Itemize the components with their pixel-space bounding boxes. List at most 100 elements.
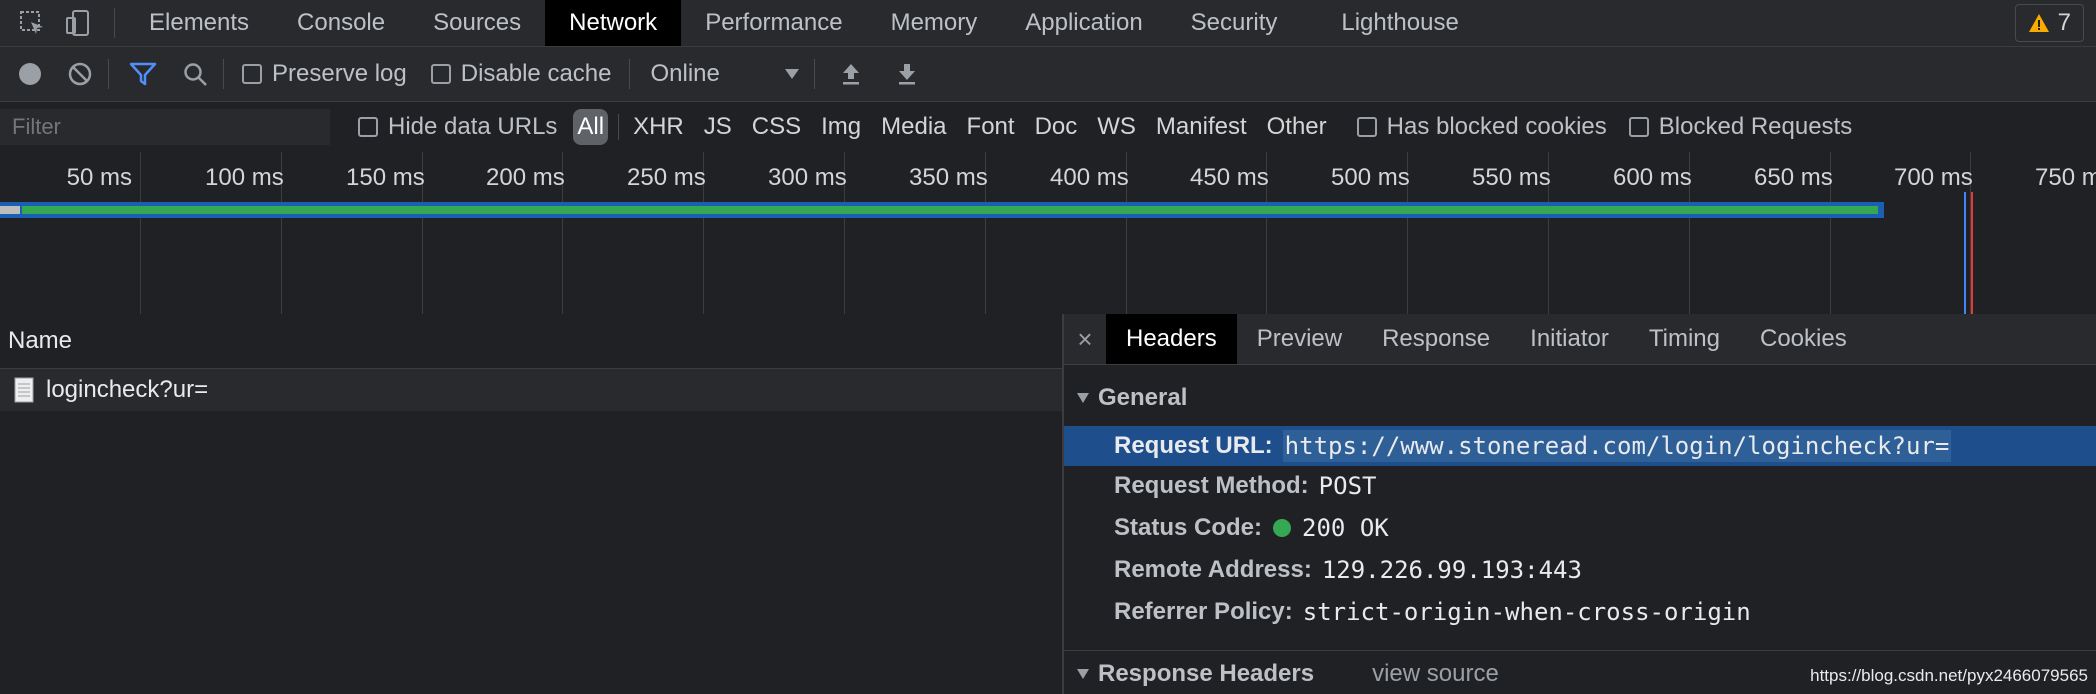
preserve-log-label: Preserve log: [272, 60, 407, 87]
timing-waiting-segment: [22, 206, 1878, 214]
table-row[interactable]: logincheck?ur=: [0, 369, 1062, 411]
tab-response[interactable]: Response: [1362, 314, 1510, 364]
filter-type-all[interactable]: All: [573, 109, 609, 145]
filter-type-img[interactable]: Img: [811, 113, 871, 141]
warning-icon: [2028, 14, 2049, 32]
header-value[interactable]: https://www.stoneread.com/login/loginche…: [1282, 430, 1952, 462]
view-source-link[interactable]: view source: [1372, 660, 1499, 688]
timeline-gridline: [140, 152, 141, 314]
filter-type-manifest[interactable]: Manifest: [1146, 113, 1257, 141]
header-value[interactable]: strict-origin-when-cross-origin: [1303, 598, 1751, 626]
checkbox-box[interactable]: [242, 64, 262, 84]
hide-data-urls-label: Hide data URLs: [388, 113, 558, 140]
has-blocked-cookies-label: Has blocked cookies: [1386, 113, 1607, 140]
general-section-title: General: [1098, 384, 1188, 411]
dom-content-loaded-line: [1964, 192, 1966, 314]
clear-icon[interactable]: [62, 56, 98, 92]
triangle-down-icon: [1077, 669, 1089, 679]
header-key: Referrer Policy:: [1114, 598, 1293, 625]
tab-console[interactable]: Console: [273, 0, 409, 46]
tab-security[interactable]: Security: [1167, 0, 1302, 46]
checkbox-box[interactable]: [1628, 117, 1649, 137]
filter-type-media[interactable]: Media: [871, 113, 956, 141]
filter-type-doc[interactable]: Doc: [1025, 113, 1088, 141]
preserve-log-checkbox[interactable]: Preserve log: [242, 60, 407, 88]
watermark: https://blog.csdn.net/pyx2466079565: [1810, 666, 2088, 685]
throttling-select[interactable]: Online: [650, 60, 800, 88]
timeline-tick-label: 750 ms: [2035, 164, 2096, 191]
triangle-down-icon: [1077, 393, 1089, 403]
filter-icon[interactable]: [125, 56, 161, 92]
tab-application[interactable]: Application: [1001, 0, 1166, 46]
record-icon[interactable]: [12, 56, 48, 92]
timeline-tick-label: 300 ms: [768, 164, 847, 191]
dropdown-arrow-icon: [785, 69, 800, 79]
header-value[interactable]: 129.226.99.193:443: [1322, 556, 1582, 584]
response-headers-section-header[interactable]: Response Headers view source: [1076, 660, 1499, 688]
tab-lighthouse[interactable]: Lighthouse: [1317, 0, 1482, 46]
timeline-tick-label: 650 ms: [1754, 164, 1833, 191]
details-tab-bar: × Headers Preview Response Initiator Tim…: [1064, 314, 2096, 365]
filter-type-ws[interactable]: WS: [1087, 113, 1146, 141]
search-icon[interactable]: [177, 56, 213, 92]
tab-cookies[interactable]: Cookies: [1740, 314, 1867, 364]
tab-sources[interactable]: Sources: [409, 0, 545, 46]
status-ok-icon: [1273, 519, 1292, 537]
inspect-element-icon[interactable]: [14, 5, 50, 41]
timeline-overview[interactable]: 50 ms 100 ms 150 ms 200 ms 250 ms 300 ms 350 m…: [0, 152, 2096, 315]
checkbox-box[interactable]: [430, 64, 451, 84]
timeline-tick-label: 400 ms: [1050, 164, 1129, 191]
timeline-tick-label: 700 ms: [1894, 164, 1973, 191]
filter-type-other[interactable]: Other: [1257, 113, 1337, 141]
filter-input[interactable]: [0, 109, 330, 145]
tab-initiator[interactable]: Initiator: [1510, 314, 1629, 364]
divider: [629, 59, 631, 89]
device-toolbar-icon[interactable]: [60, 5, 96, 41]
requests-table: Name logincheck?ur=: [0, 314, 1062, 694]
tab-network[interactable]: Network: [545, 0, 682, 46]
warning-count: 7: [2057, 9, 2071, 36]
export-har-icon[interactable]: [889, 56, 925, 92]
tab-elements[interactable]: Elements: [125, 0, 273, 46]
timeline-tick-label: 500 ms: [1331, 164, 1410, 191]
hide-data-urls-checkbox[interactable]: Hide data URLs: [358, 113, 557, 141]
divider: [223, 59, 224, 89]
filter-type-xhr[interactable]: XHR: [623, 113, 694, 141]
blocked-requests-checkbox[interactable]: Blocked Requests: [1628, 113, 1853, 141]
timeline-tick-label: 550 ms: [1472, 164, 1551, 191]
remote-address-row: Remote Address: 129.226.99.193:443: [1114, 556, 1582, 584]
request-method-row: Request Method: POST: [1114, 472, 1376, 500]
throttling-value: Online: [650, 60, 720, 87]
tab-timing[interactable]: Timing: [1629, 314, 1740, 364]
timeline-tick-label: 250 ms: [627, 164, 706, 191]
tab-preview[interactable]: Preview: [1237, 314, 1362, 364]
checkbox-box[interactable]: [358, 117, 378, 137]
timeline-tick-label: 200 ms: [486, 164, 565, 191]
header-value[interactable]: 200 OK: [1302, 514, 1389, 542]
filter-type-css[interactable]: CSS: [742, 113, 811, 141]
blocked-requests-label: Blocked Requests: [1658, 113, 1853, 140]
tab-performance[interactable]: Performance: [681, 0, 866, 46]
general-section-header[interactable]: General: [1076, 384, 1187, 412]
has-blocked-cookies-checkbox[interactable]: Has blocked cookies: [1356, 113, 1607, 141]
filter-bar: Hide data URLs All XHR JS CSS Img Media …: [0, 102, 2096, 153]
load-event-line: [1971, 192, 1973, 314]
tab-memory[interactable]: Memory: [867, 0, 1002, 46]
tab-headers[interactable]: Headers: [1106, 314, 1237, 364]
checkbox-box[interactable]: [1356, 117, 1377, 137]
network-toolbar: Preserve log Disable cache Online: [0, 47, 2096, 102]
header-value[interactable]: POST: [1319, 472, 1377, 500]
timeline-tick-label: 450 ms: [1190, 164, 1269, 191]
request-timing-bar: [0, 202, 1884, 218]
referrer-policy-row: Referrer Policy: strict-origin-when-cros…: [1114, 598, 1751, 626]
filter-type-font[interactable]: Font: [957, 113, 1025, 141]
filter-type-js[interactable]: JS: [694, 113, 742, 141]
resource-type-filters: All XHR JS CSS Img Media Font Doc WS Man…: [567, 109, 1336, 145]
disable-cache-checkbox[interactable]: Disable cache: [430, 60, 611, 88]
warnings-badge[interactable]: 7: [2014, 4, 2084, 42]
column-header-name[interactable]: Name: [8, 327, 72, 355]
request-details-panel: × Headers Preview Response Initiator Tim…: [1064, 314, 2096, 694]
timeline-tick-label: 100 ms: [205, 164, 284, 191]
close-icon[interactable]: ×: [1064, 324, 1106, 355]
import-har-icon[interactable]: [833, 56, 869, 92]
